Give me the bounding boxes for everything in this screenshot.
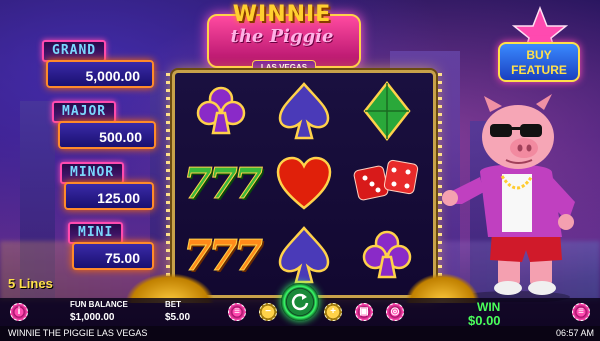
- reel-grid: 777 777: [166, 70, 442, 298]
- jackpot-grand: GRAND 5,000.00: [42, 40, 157, 90]
- game-logo: WINNIE the Piggie LAS VEGAS: [207, 2, 361, 75]
- reel-symbol-red-heart-icon: [266, 149, 342, 217]
- buy-feature: BUY FEATURE: [498, 6, 582, 82]
- plus-icon: +: [330, 306, 336, 317]
- jackpot-value: 500.00: [58, 121, 156, 149]
- decrease-bet-button[interactable]: −: [259, 303, 277, 321]
- logo-title-winnie: WINNIE: [232, 2, 332, 27]
- reel-symbol-green-diamond-icon: [349, 77, 425, 145]
- jackpot-label: GRAND: [42, 40, 107, 62]
- jackpot-value: 125.00: [64, 182, 154, 210]
- reel-symbol-green-777-icon: 777: [183, 158, 264, 208]
- info-button[interactable]: i: [10, 303, 28, 321]
- logo-title-piggie: the Piggie: [230, 26, 334, 47]
- jackpot-major: MAJOR 500.00: [52, 101, 157, 151]
- clock-time: 06:57 AM: [555, 328, 594, 338]
- reel-symbol-red-dice-icon: [349, 149, 425, 217]
- buy-feature-label-line1: BUY: [526, 48, 552, 62]
- max-bet-button[interactable]: ≡: [228, 303, 246, 321]
- balance-label: FUN BALANCE: [70, 300, 128, 309]
- balance-value: $1,000.00: [70, 312, 115, 323]
- minus-icon: −: [265, 306, 271, 317]
- piggie-mascot: [442, 94, 575, 302]
- max-bet-icon: ≡: [234, 306, 240, 317]
- jackpot-minor: MINOR 125.00: [60, 162, 157, 212]
- buy-feature-button[interactable]: BUY FEATURE: [498, 42, 580, 82]
- marquee-bulbs: [166, 73, 170, 295]
- jackpot-label: MINOR: [60, 162, 125, 184]
- reel-symbol-purple-club-icon: [183, 77, 259, 145]
- spin-button[interactable]: [281, 283, 319, 321]
- turbo-icon: ◎: [390, 306, 400, 317]
- lines-count: 5 Lines: [8, 276, 53, 291]
- jackpot-value: 5,000.00: [46, 60, 154, 88]
- reel-symbol-blue-spade-icon: [266, 221, 342, 289]
- increase-bet-button[interactable]: +: [324, 303, 342, 321]
- status-bar: WINNIE THE PIGGIE LAS VEGAS 06:57 AM: [0, 326, 600, 341]
- info-icon: i: [17, 306, 21, 317]
- jackpot-mini: MINI 75.00: [68, 222, 157, 272]
- jackpot-label: MINI: [68, 222, 124, 244]
- bet-value: $5.00: [165, 312, 191, 323]
- menu-button[interactable]: ≡: [572, 303, 590, 321]
- game-stage: WINNIE the Piggie LAS VEGAS GRAND 5,000.…: [0, 0, 600, 341]
- game-title-text: WINNIE THE PIGGIE LAS VEGAS: [8, 328, 148, 338]
- jackpot-value: 75.00: [72, 242, 154, 270]
- bet-label: BET: [165, 300, 181, 309]
- turbo-button[interactable]: ◎: [386, 303, 404, 321]
- buy-feature-label-line2: FEATURE: [511, 63, 567, 77]
- autoplay-button[interactable]: ▣: [355, 303, 373, 321]
- spin-arrow-icon: [291, 293, 309, 311]
- win-label: WIN: [477, 300, 501, 314]
- jackpot-label: MAJOR: [52, 101, 117, 123]
- reel-symbol-blue-spade-icon: [266, 77, 342, 145]
- autoplay-icon: ▣: [359, 306, 369, 317]
- menu-icon: ≡: [578, 306, 584, 317]
